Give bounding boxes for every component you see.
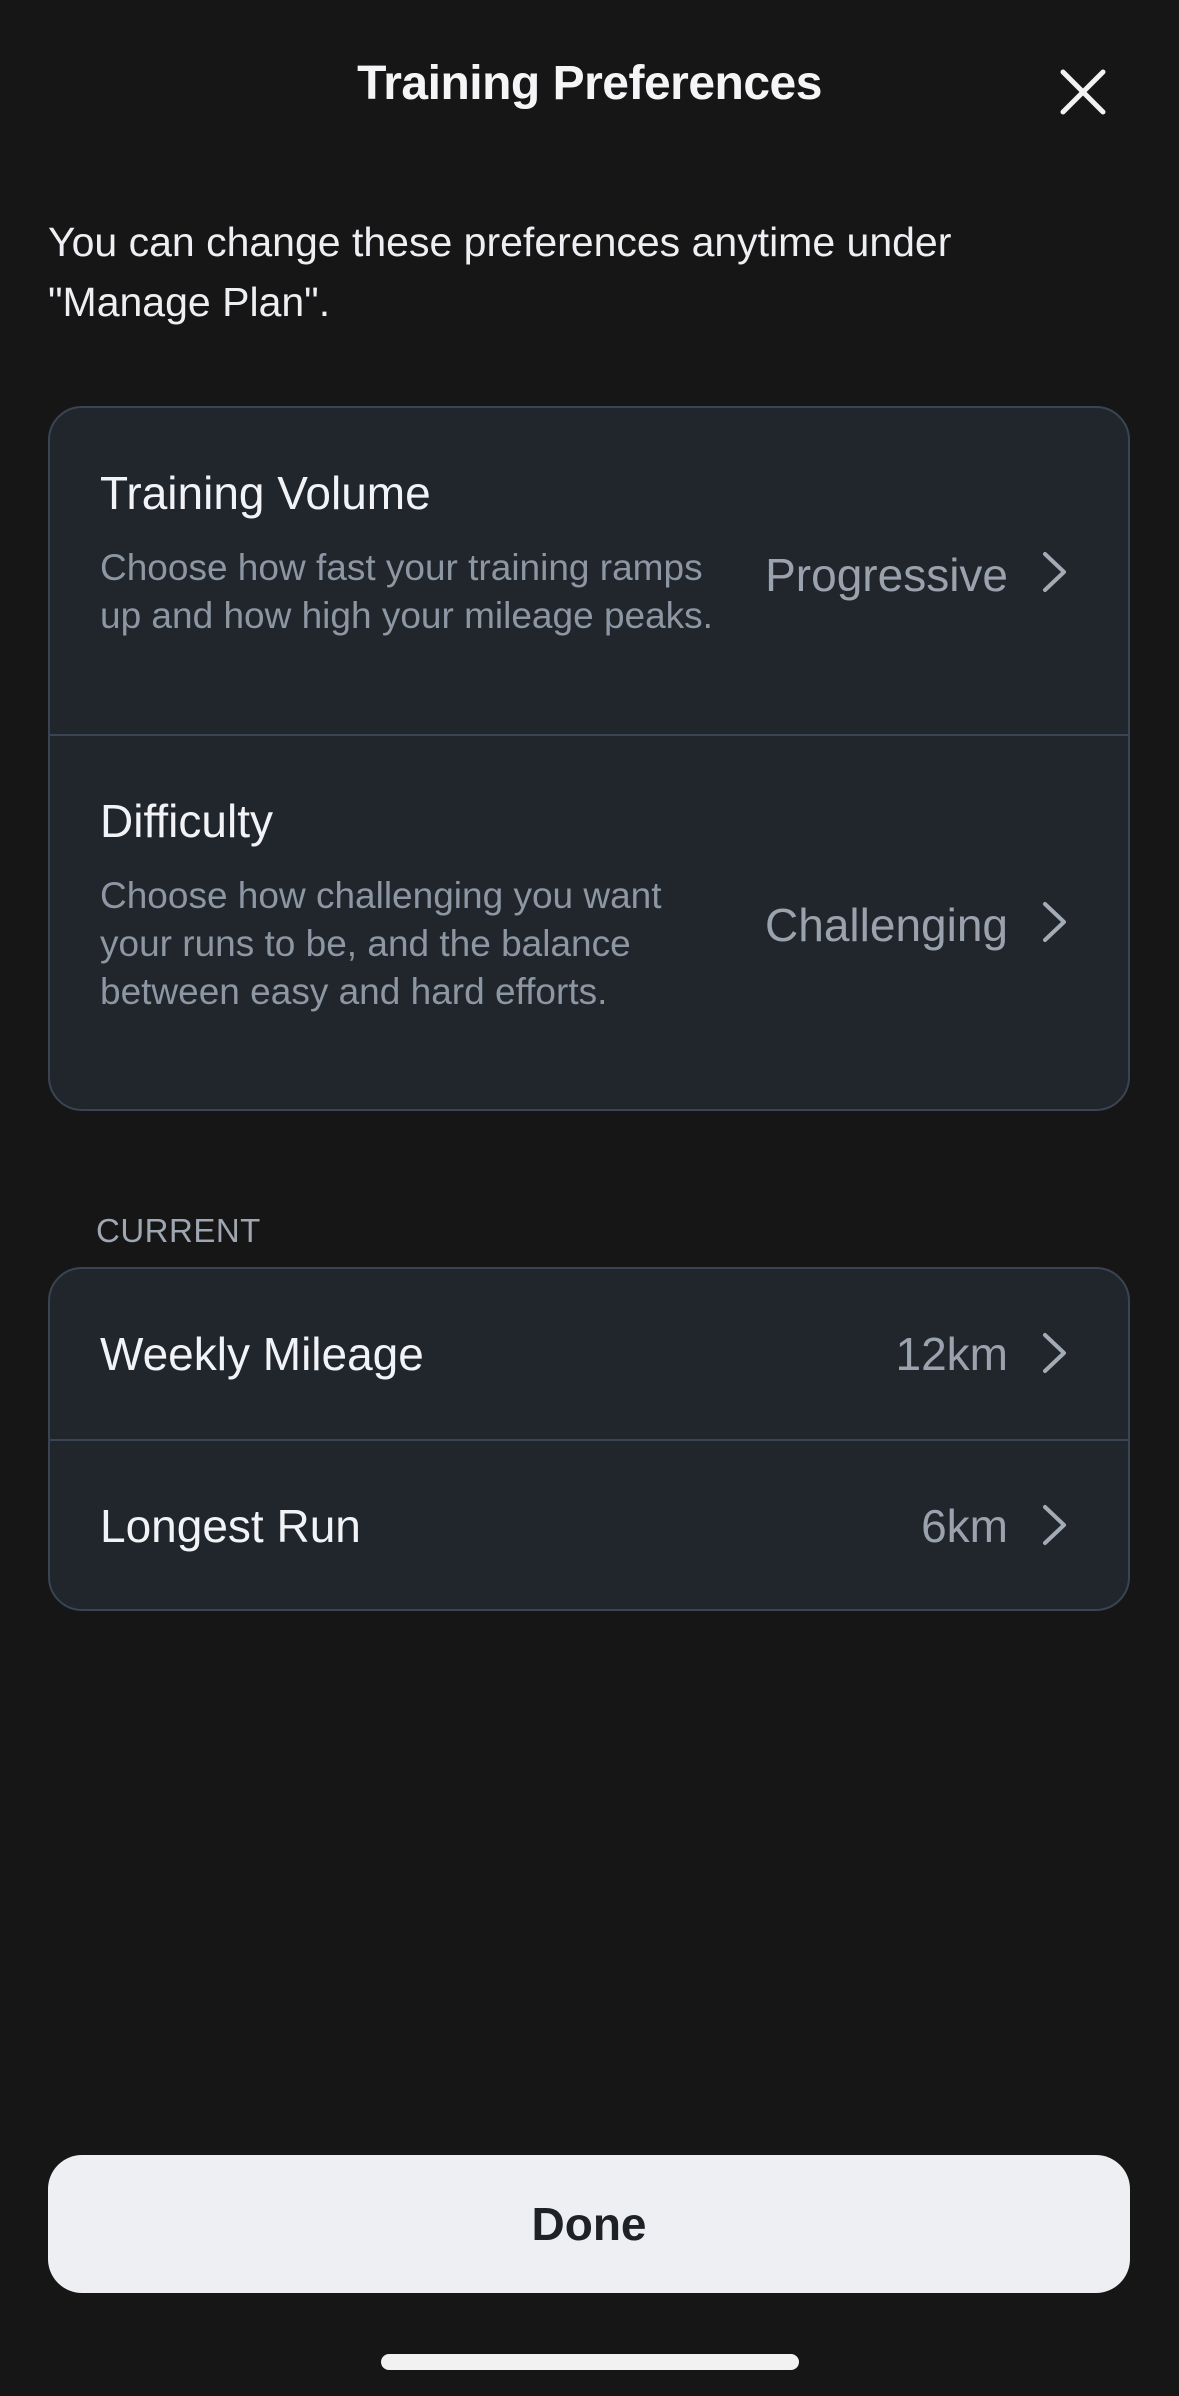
done-button[interactable]: Done (48, 2155, 1130, 2293)
header: Training Preferences (0, 40, 1179, 130)
training-volume-row[interactable]: Training Volume Choose how fast your tra… (50, 408, 1128, 734)
longest-run-value: 6km (921, 1500, 1008, 1552)
intro-text: You can change these preferences anytime… (48, 219, 952, 325)
close-icon (1060, 69, 1106, 115)
current-card: Weekly Mileage 12km Longest Run 6km (48, 1267, 1130, 1611)
chevron-right-icon (1043, 1505, 1066, 1545)
longest-run-title: Longest Run (100, 1500, 361, 1552)
weekly-mileage-row[interactable]: Weekly Mileage 12km (50, 1269, 1128, 1439)
difficulty-description: Choose how challenging you want your run… (100, 875, 662, 1012)
training-preferences-screen: Training Preferences You can change thes… (0, 0, 1179, 2396)
difficulty-title: Difficulty (100, 795, 273, 847)
longest-run-row[interactable]: Longest Run 6km (50, 1441, 1128, 1609)
close-button[interactable] (1045, 54, 1121, 130)
training-volume-value: Progressive (765, 549, 1008, 601)
weekly-mileage-value: 12km (895, 1328, 1008, 1380)
training-volume-description: Choose how fast your training ramps up a… (100, 547, 713, 636)
difficulty-row[interactable]: Difficulty Choose how challenging you wa… (50, 736, 1128, 1109)
home-indicator (381, 2354, 799, 2370)
preferences-card: Training Volume Choose how fast your tra… (48, 406, 1130, 1111)
weekly-mileage-title: Weekly Mileage (100, 1328, 424, 1380)
training-volume-title: Training Volume (100, 467, 431, 519)
chevron-right-icon (1043, 552, 1066, 592)
page-title: Training Preferences (357, 57, 822, 110)
section-label-current: CURRENT (96, 1212, 261, 1249)
chevron-right-icon (1043, 902, 1066, 942)
chevron-right-icon (1043, 1333, 1066, 1373)
difficulty-value: Challenging (765, 899, 1008, 951)
